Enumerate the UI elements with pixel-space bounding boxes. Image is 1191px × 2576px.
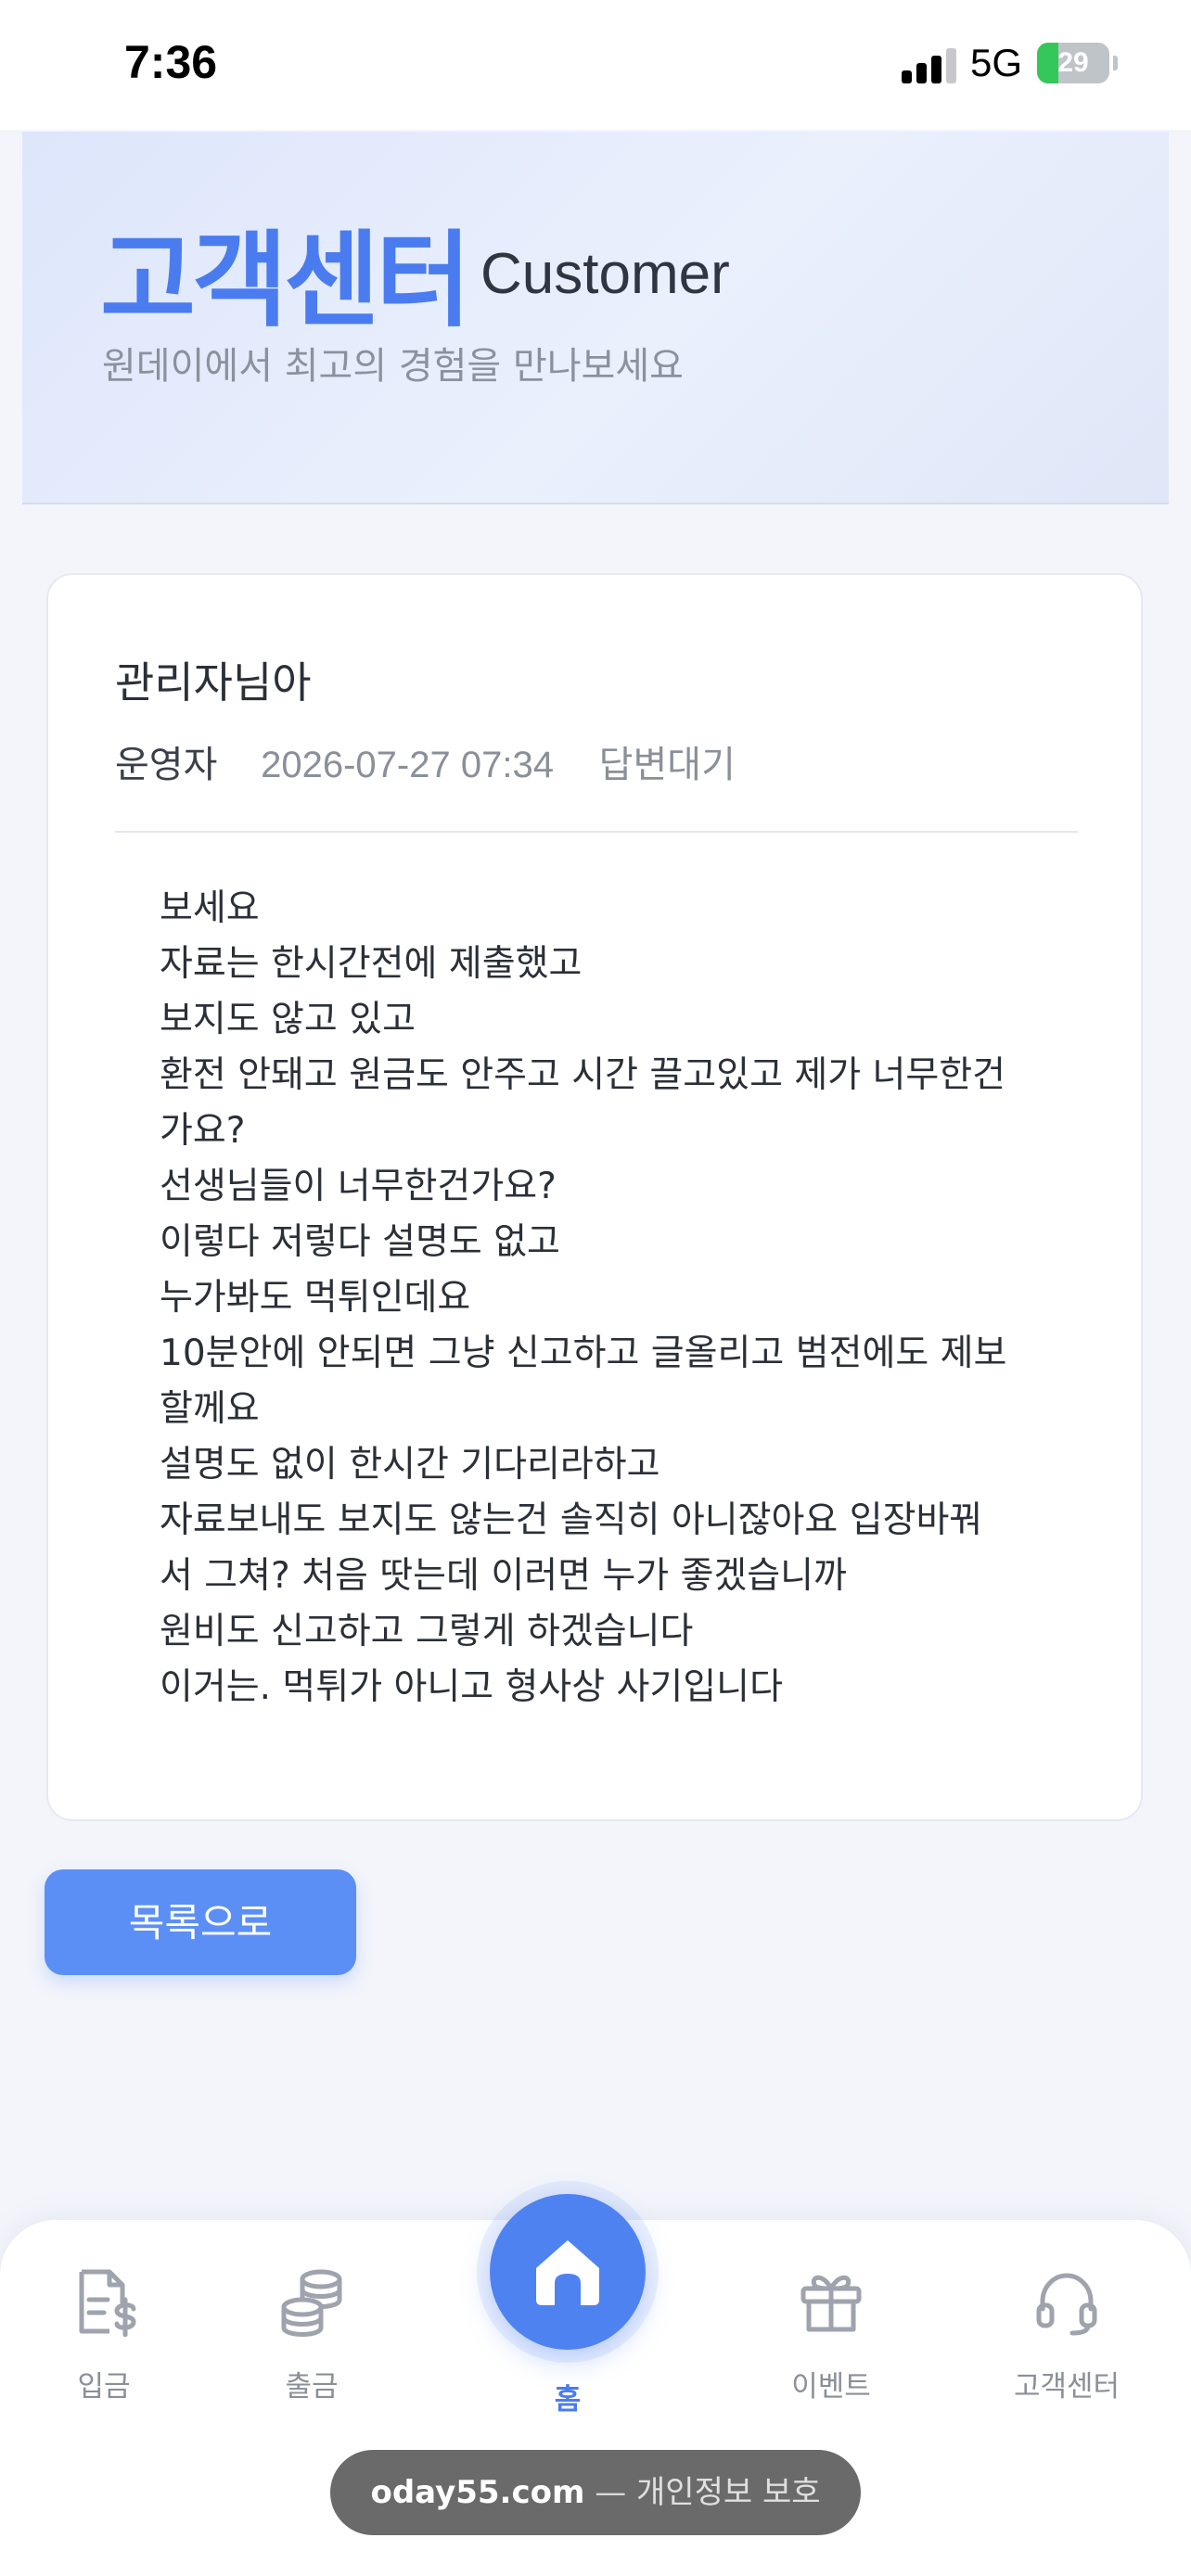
page-description: 원데이에서 최고의 경험을 만나보세요 [102, 345, 684, 388]
coins-icon [281, 2269, 342, 2337]
content-line: 가요? [160, 1110, 246, 1152]
receipt-dollar-icon [79, 2269, 136, 2337]
page-subtitle-en: Customer [480, 242, 730, 306]
privacy-protection-label: 개인정보 보호 [636, 2474, 821, 2511]
cellular-signal-icon [902, 46, 957, 83]
inquiry-status: 답변대기 [598, 744, 736, 786]
content-line: 10분안에 안되면 그냥 신고하고 글올리고 범전에도 제보 [160, 1333, 1007, 1374]
content-line: 설명도 없이 한시간 기다리라하고 [160, 1444, 660, 1486]
content-line: 서 그쳐? 처음 땃는데 이러면 누가 좋겠습니까 [160, 1555, 847, 1597]
battery-icon: 29 [1037, 43, 1109, 83]
back-to-list-button[interactable]: 목록으로 [45, 1869, 356, 1975]
inquiry-author: 운영자 [115, 744, 218, 786]
inquiry-date: 2026-07-27 07:34 [261, 745, 554, 785]
tab-withdraw-label: 출금 [285, 2370, 339, 2404]
inquiry-meta: 운영자 2026-07-27 07:34 답변대기 [115, 734, 736, 788]
battery-tip [1113, 56, 1118, 70]
tab-support[interactable]: 고객센터 [974, 2266, 1159, 2404]
tab-home[interactable] [490, 2194, 646, 2350]
tab-support-label: 고객센터 [1013, 2370, 1121, 2404]
status-time: 7:36 [124, 36, 218, 88]
inquiry-content: 보세요 자료는 한시간전에 제출했고 보지도 않고 있고 환전 안돼고 원금도 … [160, 881, 1050, 1715]
network-type: 5G [970, 41, 1023, 84]
content-line: 누가봐도 먹튀인데요 [160, 1277, 471, 1319]
url-separator: — [595, 2474, 627, 2511]
content-line: 선생님들이 너무한건가요? [160, 1166, 557, 1207]
status-bar: 7:36 5G 29 [0, 0, 1191, 130]
browser-url-bar[interactable]: oday55.com — 개인정보 보호 [330, 2450, 861, 2535]
site-domain: oday55.com [370, 2474, 585, 2511]
inquiry-card: 관리자님아 운영자 2026-07-27 07:34 답변대기 보세요 자료는 … [46, 573, 1143, 1821]
tab-event-label: 이벤트 [791, 2370, 871, 2404]
content-line: 원비도 신고하고 그렇게 하겠습니다 [160, 1611, 694, 1652]
content-line: 할께요 [160, 1388, 260, 1430]
divider [115, 831, 1078, 833]
content-line: 보세요 [160, 887, 260, 929]
content-line: 환전 안돼고 원금도 안주고 시간 끌고있고 제가 너무한건 [160, 1054, 1006, 1096]
tab-home-label: 홈 [554, 2383, 582, 2417]
tab-event[interactable]: 이벤트 [738, 2266, 924, 2404]
content-line: 보지도 않고 있고 [160, 999, 416, 1040]
inquiry-title: 관리자님아 [115, 657, 312, 708]
content-line: 이렇다 저렇다 설명도 없고 [160, 1221, 560, 1263]
content-line: 자료는 한시간전에 제출했고 [160, 943, 583, 985]
content-line: 이거는. 먹튀가 아니고 형사상 사기입니다 [160, 1666, 783, 1708]
battery-level: 29 [1057, 47, 1089, 78]
page-header: 고객센터 Customer 원데이에서 최고의 경험을 만나보세요 [22, 132, 1169, 504]
home-icon [536, 2240, 599, 2305]
content-line: 자료보내도 보지도 않는건 솔직히 아니잖아요 입장바꿔 [160, 1499, 983, 1541]
tab-withdraw[interactable]: 출금 [219, 2266, 404, 2404]
page-title: 고객센터 [100, 221, 471, 341]
tab-deposit[interactable]: 입금 [11, 2266, 197, 2404]
tab-deposit-label: 입금 [77, 2370, 131, 2404]
headset-icon [1036, 2273, 1097, 2336]
gift-icon [800, 2275, 862, 2332]
